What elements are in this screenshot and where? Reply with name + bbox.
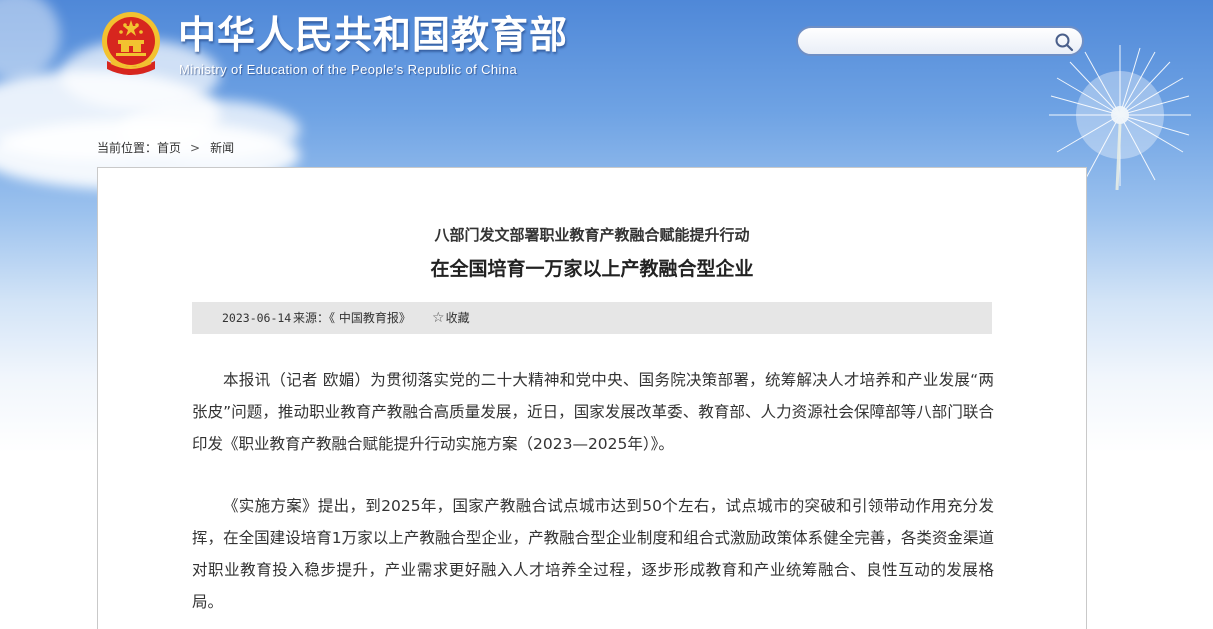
breadcrumb-current-link[interactable]: 新闻 [210, 141, 234, 155]
cloud-decoration [0, 0, 60, 80]
favorite-label: 收藏 [445, 311, 470, 325]
search-icon[interactable] [1054, 32, 1074, 52]
chevron-right-icon: > [190, 141, 201, 155]
article-meta-bar: 2023-06-14 来源：《 中国教育报》 ☆收藏 [192, 302, 992, 334]
search-input[interactable] [810, 31, 1054, 53]
article-subhead: 八部门发文部署职业教育产教融合赋能提升行动 [434, 226, 750, 244]
article-title: 在全国培育一万家以上产教融合型企业 [430, 258, 754, 280]
article-body: 本报讯（记者 欧媚）为贯彻落实党的二十大精神和党中央、国务院决策部署，统筹解决人… [192, 364, 994, 629]
article-paragraph: 《实施方案》提出，到2025年，国家产教融合试点城市达到50个左右，试点城市的突… [192, 497, 994, 611]
site-title[interactable]: 中华人民共和国教育部 [178, 12, 568, 58]
article-paragraph: 本报讯（记者 欧媚）为贯彻落实党的二十大精神和党中央、国务院决策部署，统筹解决人… [192, 371, 994, 453]
breadcrumb-home-link[interactable]: 首页 [157, 141, 181, 155]
article-source: 来源：《 中国教育报》 [293, 311, 411, 325]
breadcrumb-prefix: 当前位置： [97, 141, 158, 155]
favorite-button[interactable]: ☆收藏 [432, 302, 470, 334]
breadcrumb: 当前位置：首页 > 新闻 [97, 139, 234, 156]
national-emblem-icon [102, 12, 160, 75]
search-box [796, 26, 1084, 56]
site-subtitle: Ministry of Education of the People's Re… [179, 62, 518, 77]
article-date: 2023-06-14 [222, 311, 292, 325]
article-container: 八部门发文部署职业教育产教融合赋能提升行动 在全国培育一万家以上产教融合型企业 … [97, 167, 1087, 629]
star-icon: ☆ [432, 310, 445, 326]
